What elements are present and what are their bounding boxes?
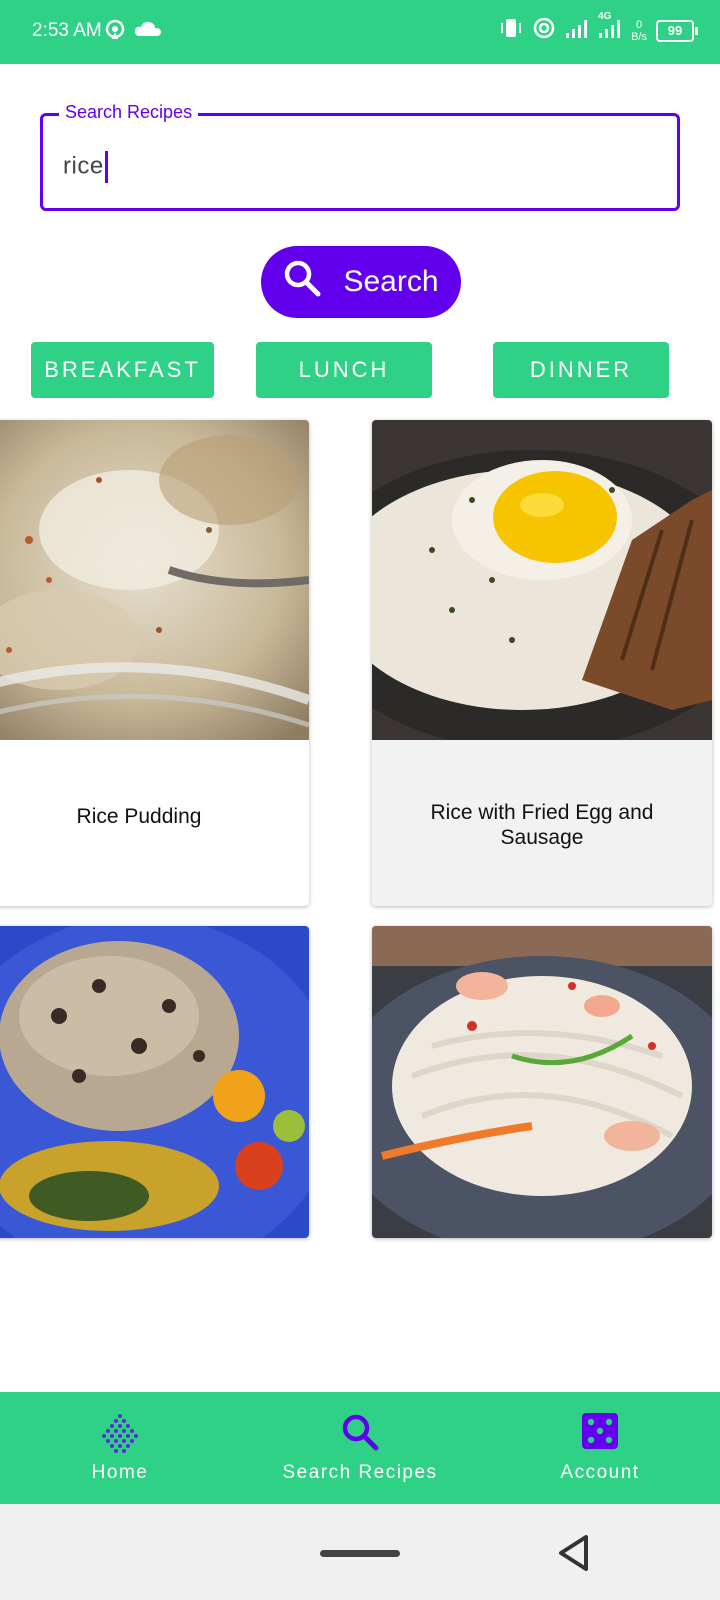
nav-label-account: Account [560, 1462, 640, 1483]
search-button[interactable]: Search [261, 246, 461, 318]
system-navigation-bar [0, 1504, 720, 1600]
nav-item-home[interactable]: Home [0, 1392, 240, 1504]
search-icon [283, 259, 321, 305]
nav-item-account[interactable]: Account [480, 1392, 720, 1504]
status-time: 2:53 AM [32, 20, 102, 41]
recipe-card[interactable]: Rice with Fried Egg and Sausage [372, 420, 712, 906]
wifi-calling-icon [532, 16, 556, 45]
nav-label-search-recipes: Search Recipes [282, 1462, 438, 1483]
search-button-label: Search [343, 265, 439, 298]
home-dots-icon [100, 1412, 140, 1459]
recipe-title: Rice Pudding [76, 805, 202, 828]
recipe-image [372, 420, 712, 740]
nav-item-search-recipes[interactable]: Search Recipes [240, 1392, 480, 1504]
search-input[interactable]: rice [63, 151, 108, 183]
search-recipes-field[interactable]: Search Recipes rice [40, 102, 680, 211]
status-bar: 2:53 AM 4G 0 B/s 99 [0, 0, 720, 64]
vibrate-icon [499, 16, 523, 45]
recipe-title: Rice with Fried Egg and Sausage [430, 801, 654, 849]
search-icon [340, 1412, 380, 1457]
back-icon[interactable] [556, 1534, 592, 1577]
search-field-label: Search Recipes [59, 102, 199, 123]
category-breakfast-button[interactable]: BREAKFAST [31, 342, 214, 398]
signal-4g-icon: 4G [598, 11, 622, 44]
recipe-image [0, 420, 309, 740]
nav-label-home: Home [91, 1462, 149, 1483]
recipe-card[interactable] [372, 926, 712, 1238]
bottom-navigation: Home Search Recipes Account [0, 1392, 720, 1504]
home-gesture-pill[interactable] [320, 1550, 400, 1557]
network-type: 4G [598, 11, 612, 22]
net-speed-unit: B/s [631, 30, 647, 43]
search-input-text: rice [63, 152, 104, 180]
battery-icon: 99 [656, 19, 698, 42]
dice-icon [581, 1412, 619, 1455]
category-lunch-button[interactable]: LUNCH [256, 342, 432, 398]
net-speed: 0 B/s [631, 19, 647, 43]
text-caret [104, 151, 108, 183]
recipe-card[interactable]: Rice Pudding [0, 420, 309, 906]
hotspot-icon [104, 18, 126, 45]
recipe-image [0, 926, 309, 1238]
net-speed-value: 0 [635, 18, 643, 31]
recipe-image [372, 926, 712, 1238]
signal-icon [565, 17, 589, 44]
recipe-card[interactable] [0, 926, 309, 1238]
category-dinner-button[interactable]: DINNER [493, 342, 669, 398]
cloud-icon [134, 20, 162, 43]
